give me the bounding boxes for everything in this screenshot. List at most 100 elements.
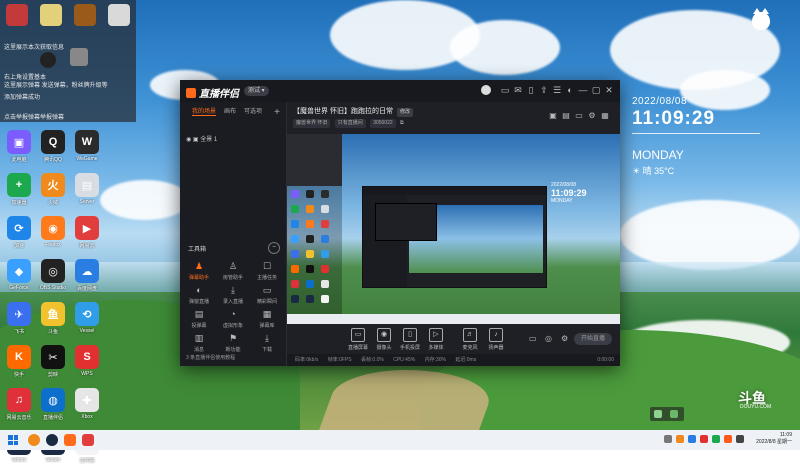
tab-my-scenes[interactable]: 我的场景 <box>192 106 217 116</box>
toolbox-item[interactable]: ◐ 弹窗直播 <box>182 284 216 305</box>
toolbox-item[interactable]: ▥ 消息 <box>182 332 216 353</box>
desktop-icon[interactable]: ◍ 直播伴侣 <box>36 388 70 421</box>
folder-icon[interactable] <box>40 4 62 26</box>
toolbox-item[interactable]: ▦ 弹幕库 <box>250 308 284 329</box>
desktop-icon[interactable]: ✈ 飞书 <box>2 302 36 335</box>
maximize-icon[interactable]: ▢ <box>591 85 601 95</box>
room-edit-tag[interactable]: 修改 <box>396 108 413 117</box>
desktop-icon[interactable]: ⟲ Vessel <box>70 302 104 334</box>
mini-window-icon[interactable] <box>670 410 678 418</box>
windows-start-icon[interactable] <box>8 435 18 445</box>
desktop-icon[interactable]: Q 腾讯QQ <box>36 130 70 163</box>
settings-icon[interactable]: ☰ <box>552 85 562 95</box>
gift-icon[interactable]: ▭ <box>500 85 510 95</box>
taskbar-clock[interactable]: 11:09 2022/8/8 星期一 <box>748 432 792 446</box>
room-visibility-chip[interactable]: 只有直播间 <box>334 119 366 128</box>
toolbox-item-label: 精彩瞬间 <box>256 299 277 305</box>
floating-mini-window[interactable] <box>650 407 684 421</box>
eye-toggle-icon[interactable]: ◎ <box>545 334 552 343</box>
mini-window-icon[interactable] <box>654 410 662 418</box>
desktop-icon[interactable]: S WPS <box>70 345 104 377</box>
share-icon[interactable]: ⇪ <box>539 85 549 95</box>
toolbox-item[interactable]: ⚑ 新功能 <box>216 332 250 353</box>
notification-icon[interactable] <box>108 4 130 26</box>
desktop-icon[interactable]: ◎ OBS Studio <box>36 259 70 291</box>
taskbar-music-icon[interactable] <box>82 434 94 446</box>
toolbox-item[interactable]: ☐ 主播任务 <box>250 260 284 281</box>
tab-options[interactable]: 可选项 <box>244 106 262 115</box>
tray-chevron-icon[interactable] <box>664 435 672 443</box>
desktop-icon[interactable]: + 加速器 <box>2 173 36 206</box>
toolbox-item[interactable]: ⤓ 下载 <box>250 332 284 353</box>
desktop-icon-label: Steam <box>45 457 61 463</box>
close-icon[interactable]: ✕ <box>604 85 614 95</box>
desktop-icon[interactable]: 火火绒 <box>36 173 70 206</box>
desktop-icon[interactable]: ▣ 此电脑 <box>2 130 36 163</box>
skin-icon[interactable]: ◐ <box>565 85 575 95</box>
minimize-icon[interactable]: — <box>578 85 588 95</box>
desktop-icon[interactable]: ▤ Server <box>70 173 104 205</box>
taskbar-steam-icon[interactable] <box>46 434 58 446</box>
chat-icon[interactable]: ▭ <box>574 111 584 121</box>
version-badge[interactable]: 测试 ▾ <box>244 86 269 96</box>
toolbox-item[interactable]: ▭ 精彩瞬间 <box>250 284 284 305</box>
notification-line: 添加弹幕成功 <box>4 95 41 101</box>
sidebar-footer[interactable]: 3 条直播伴侣使用教程 <box>186 354 235 361</box>
toolbox-item[interactable]: ♟ 弹幕助手 <box>182 260 216 281</box>
message-icon[interactable]: ✉ <box>513 85 523 95</box>
desktop-icon[interactable]: ✂ 剪映 <box>36 345 70 378</box>
wow-icon[interactable] <box>74 4 96 26</box>
tray-app-icon[interactable] <box>688 435 696 443</box>
scene-row[interactable]: ◉ ▣ 全景 1 <box>186 134 217 143</box>
toolbox-item[interactable]: ▤ 投弹幕 <box>182 308 216 329</box>
copy-icon[interactable]: ⧉ <box>400 120 404 126</box>
preview-app-icon <box>291 220 299 228</box>
taskbar-firefox-icon[interactable] <box>28 434 40 446</box>
source-control[interactable]: ▷ 多媒体 <box>421 328 451 351</box>
recycle-bin-icon[interactable] <box>6 4 28 26</box>
toolbox-item[interactable]: ⤓ 录入直播 <box>216 284 250 305</box>
studio-icon[interactable]: ▣ <box>548 111 558 121</box>
desktop-icon[interactable]: ♫ 网易云音乐 <box>2 388 36 421</box>
toolbox-item-icon: ⤓ <box>265 333 269 343</box>
eye-icon[interactable]: ◉ <box>186 137 193 143</box>
toolbox-item[interactable]: ♙ 房管助手 <box>216 260 250 281</box>
room-category-chip[interactable]: 魔兽世界 怀旧 <box>293 119 331 128</box>
desktop-icon[interactable]: ✚ Xbox <box>70 388 104 420</box>
stream-preview[interactable]: 2022/08/08 11:09:29 MONDAY <box>287 134 620 324</box>
source-control[interactable]: ♪ 扬声器 <box>481 328 511 351</box>
user-avatar[interactable] <box>481 85 491 95</box>
toolbox-collapse-icon[interactable]: − <box>268 242 280 254</box>
add-scene-icon[interactable]: + <box>274 107 280 118</box>
status-duration: 0:00:00 <box>597 357 614 363</box>
tray-input-icon[interactable] <box>724 435 732 443</box>
desktop-icon[interactable]: ◉ Firefox <box>36 216 70 248</box>
desktop-icon[interactable]: K 快手 <box>2 345 36 378</box>
desktop-icon[interactable]: W WeGame <box>70 130 104 162</box>
taskbar-live-assistant-icon[interactable] <box>64 434 76 446</box>
stream-settings-icon[interactable]: ⚙ <box>561 334 568 343</box>
desktop-icon[interactable]: ⟳ 加速 <box>2 216 36 249</box>
preview-notification-block <box>287 134 342 186</box>
sidebar: 我的场景 画布 可选项 + ◉ ▣ 全景 1 工具箱 − ♟ 弹幕助手 ♙ 房管助手 ☐… <box>180 102 287 366</box>
title-bar[interactable]: 直播伴侣 测试 ▾ ▭ ✉ ▯ ⇪ ☰ ◐ — ▢ ✕ <box>180 80 620 102</box>
shop-icon[interactable]: ▤ <box>561 111 571 121</box>
mobile-icon[interactable]: ▯ <box>526 85 536 95</box>
toolbox-item[interactable]: ◔ 虚拟形象 <box>216 308 250 329</box>
room-id-chip[interactable]: 3056022 <box>370 119 396 128</box>
camera-settings-icon[interactable]: ▭ <box>529 334 537 343</box>
tray-app-icon[interactable] <box>712 435 720 443</box>
toolbox-item-label: 消息 <box>193 347 204 353</box>
desktop-icon[interactable]: ◆ GeForce <box>2 259 36 291</box>
start-live-button[interactable]: 开始直播 <box>574 333 612 345</box>
desktop-icon[interactable]: ▶ 网易云 <box>70 216 104 249</box>
qq-icon <box>40 52 56 68</box>
tray-app-icon[interactable] <box>676 435 684 443</box>
more-icon[interactable]: ▦ <box>600 111 610 121</box>
tray-app-icon[interactable] <box>700 435 708 443</box>
desktop-icon[interactable]: ☁ 百度网盘 <box>70 259 104 292</box>
tab-canvas[interactable]: 画布 <box>224 106 236 115</box>
gear-icon[interactable]: ⚙ <box>587 111 597 121</box>
desktop-icon[interactable]: 鱼斗鱼 <box>36 302 70 335</box>
tray-network-icon[interactable] <box>736 435 744 443</box>
